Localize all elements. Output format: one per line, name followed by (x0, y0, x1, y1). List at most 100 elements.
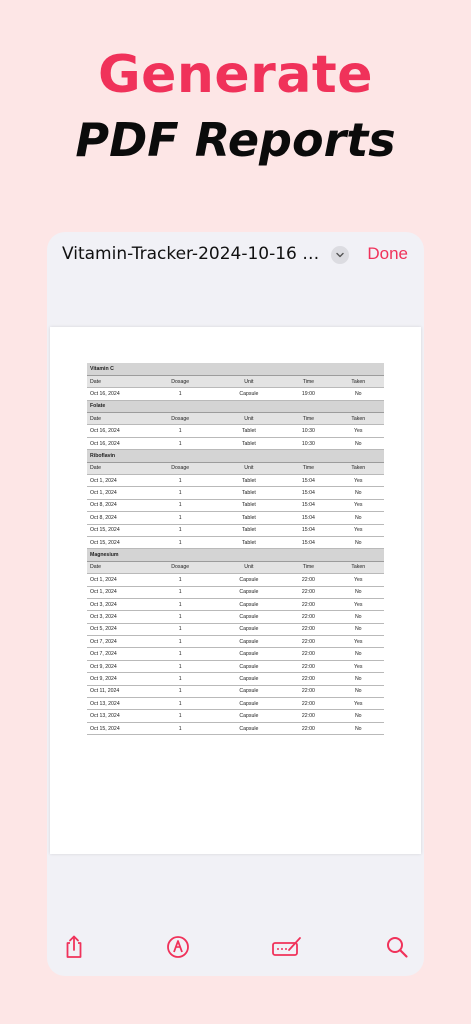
table-cell: 22:00 (284, 647, 333, 661)
table-cell: 15:04 (284, 524, 333, 537)
table-cell: 22:00 (284, 623, 333, 637)
table-cell: Oct 16, 2024 (87, 437, 147, 451)
table-cell: 22:00 (284, 722, 333, 736)
column-header: Time (284, 375, 333, 389)
table-cell: Capsule (213, 647, 285, 661)
table-cell: 1 (147, 722, 214, 736)
table-cell: 15:04 (284, 486, 333, 500)
table-cell: Oct 7, 2024 (87, 635, 147, 649)
table-row: Oct 16, 2024 1 Tablet 10:30 Yes (87, 424, 384, 438)
table-cell: Capsule (213, 697, 285, 711)
table-cell: Yes (332, 499, 384, 513)
column-header: Time (284, 412, 333, 426)
table-cell: No (332, 709, 384, 723)
table-row: Oct 1, 2024 1 Tablet 15:04 Yes (87, 474, 384, 488)
column-header: Dosage (147, 412, 214, 426)
table-row: Oct 13, 2024 1 Capsule 22:00 Yes (87, 697, 384, 711)
table-cell: Oct 15, 2024 (87, 524, 147, 537)
hero-heading: Generate PDF Reports (0, 40, 471, 172)
column-header-row: Date Dosage Unit Time Taken (87, 561, 384, 575)
table-row: Oct 16, 2024 1 Capsule 19:00 No (87, 387, 384, 401)
done-button[interactable]: Done (367, 244, 408, 264)
table-cell: No (332, 387, 384, 401)
table-cell: Capsule (213, 573, 285, 587)
share-icon[interactable] (61, 934, 87, 960)
column-header: Dosage (147, 375, 214, 389)
table-cell: No (332, 610, 384, 624)
table-cell: Tablet (213, 424, 285, 438)
table-cell: Oct 16, 2024 (87, 424, 147, 438)
table-cell: 1 (147, 697, 214, 711)
table-cell: 1 (147, 511, 214, 525)
table-cell: 1 (147, 536, 214, 550)
table-cell: Oct 3, 2024 (87, 610, 147, 624)
table-cell: Oct 16, 2024 (87, 387, 147, 401)
table-cell: Capsule (213, 722, 285, 736)
table-row: Oct 3, 2024 1 Capsule 22:00 Yes (87, 598, 384, 612)
table-cell: 1 (147, 586, 214, 599)
table-row: Oct 15, 2024 1 Tablet 15:04 No (87, 536, 384, 550)
table-row: Oct 15, 2024 1 Tablet 15:04 Yes (87, 524, 384, 537)
table-cell: Oct 13, 2024 (87, 697, 147, 711)
table-cell: Tablet (213, 536, 285, 550)
table-cell: 10:30 (284, 437, 333, 451)
table-cell: Tablet (213, 524, 285, 537)
column-header: Date (87, 375, 147, 389)
table-cell: Oct 1, 2024 (87, 486, 147, 500)
table-cell: Capsule (213, 623, 285, 637)
table-cell: 22:00 (284, 709, 333, 723)
table-cell: Oct 1, 2024 (87, 586, 147, 599)
table-cell: 22:00 (284, 672, 333, 686)
table-cell: Capsule (213, 610, 285, 624)
table-cell: Capsule (213, 672, 285, 686)
signature-icon[interactable] (271, 934, 303, 960)
table-row: Oct 8, 2024 1 Tablet 15:04 No (87, 511, 384, 525)
table-cell: Tablet (213, 511, 285, 525)
table-cell: Oct 7, 2024 (87, 647, 147, 661)
table-cell: Capsule (213, 586, 285, 599)
table-row: Oct 11, 2024 1 Capsule 22:00 No (87, 685, 384, 699)
section-header-row: Riboflavin (87, 449, 384, 463)
table-cell: Capsule (213, 635, 285, 649)
table-row: Oct 13, 2024 1 Capsule 22:00 No (87, 709, 384, 723)
column-header-row: Date Dosage Unit Time Taken (87, 412, 384, 426)
table-cell: 1 (147, 685, 214, 699)
table-row: Oct 3, 2024 1 Capsule 22:00 No (87, 610, 384, 624)
table-cell: Yes (332, 660, 384, 674)
table-cell: 22:00 (284, 573, 333, 587)
table-cell: Oct 3, 2024 (87, 598, 147, 612)
table-cell: 22:00 (284, 697, 333, 711)
search-icon[interactable] (384, 934, 410, 960)
table-cell: 1 (147, 623, 214, 637)
column-header-row: Date Dosage Unit Time Taken (87, 375, 384, 389)
table-cell: 1 (147, 647, 214, 661)
table-cell: Yes (332, 598, 384, 612)
section-name: Magnesium (87, 548, 384, 562)
table-cell: 22:00 (284, 685, 333, 699)
column-header: Date (87, 561, 147, 575)
table-cell: Tablet (213, 437, 285, 451)
column-header: Taken (332, 375, 384, 389)
column-header: Date (87, 462, 147, 476)
column-header: Time (284, 462, 333, 476)
table-cell: 15:04 (284, 536, 333, 550)
table-cell: Yes (332, 474, 384, 488)
markup-pen-icon[interactable] (165, 934, 191, 960)
table-cell: 15:04 (284, 511, 333, 525)
table-cell: 15:04 (284, 499, 333, 513)
table-row: Oct 8, 2024 1 Tablet 15:04 Yes (87, 499, 384, 513)
table-cell: No (332, 536, 384, 550)
section-header-row: Magnesium (87, 548, 384, 562)
table-cell: 22:00 (284, 598, 333, 612)
table-cell: No (332, 586, 384, 599)
table-cell: Capsule (213, 709, 285, 723)
document-title[interactable]: Vitamin-Tracker-2024-10-16 16:... (62, 244, 324, 264)
section-header-row: Vitamin C (87, 363, 384, 376)
table-cell: Yes (332, 635, 384, 649)
table-row: Oct 9, 2024 1 Capsule 22:00 No (87, 672, 384, 686)
table-row: Oct 1, 2024 1 Capsule 22:00 Yes (87, 573, 384, 587)
pdf-preview-sheet: Vitamin-Tracker-2024-10-16 16:... Done V… (47, 232, 424, 976)
table-cell: No (332, 685, 384, 699)
pdf-page[interactable]: Vitamin C Date Dosage Unit Time Taken Oct 16, … (50, 327, 421, 854)
chevron-down-icon[interactable] (331, 246, 349, 264)
